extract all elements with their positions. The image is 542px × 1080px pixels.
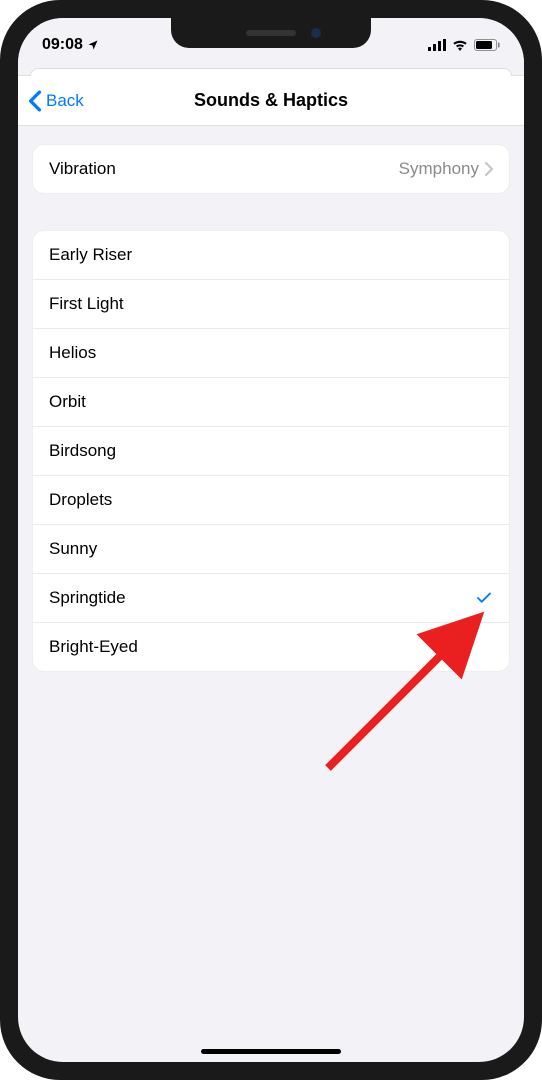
volume-down-button	[0, 285, 1, 340]
speaker-grille	[246, 30, 296, 36]
content: Vibration Symphony Early Riser First Ligh…	[18, 126, 524, 726]
battery-icon	[474, 39, 500, 51]
time-label: 09:08	[42, 36, 83, 54]
sound-row[interactable]: First Light	[33, 280, 509, 329]
sound-label: Birdsong	[49, 441, 116, 461]
vibration-value-wrap: Symphony	[399, 159, 493, 179]
sound-row[interactable]: Bright-Eyed	[33, 623, 509, 671]
sound-label: Helios	[49, 343, 96, 363]
vibration-label: Vibration	[49, 159, 116, 179]
sound-label: Bright-Eyed	[49, 637, 138, 657]
sound-row[interactable]: Springtide	[33, 574, 509, 623]
sound-row[interactable]: Droplets	[33, 476, 509, 525]
front-camera	[311, 28, 321, 38]
home-indicator[interactable]	[201, 1049, 341, 1054]
sound-row[interactable]: Birdsong	[33, 427, 509, 476]
vibration-group: Vibration Symphony	[32, 144, 510, 194]
chevron-left-icon	[28, 90, 42, 112]
wifi-icon	[452, 39, 468, 51]
vibration-value: Symphony	[399, 159, 479, 179]
back-label: Back	[46, 91, 84, 111]
chevron-right-icon	[485, 162, 493, 176]
sound-row[interactable]: Sunny	[33, 525, 509, 574]
sounds-group: Early Riser First Light Helios Orbit Birdson…	[32, 230, 510, 672]
mute-switch	[0, 160, 1, 190]
sound-label: Springtide	[49, 588, 126, 608]
status-time: 09:08	[42, 36, 99, 54]
status-icons	[428, 39, 500, 51]
screen: 09:08 Back Sounds & Haptics Vibration	[18, 18, 524, 1062]
sound-row[interactable]: Orbit	[33, 378, 509, 427]
vibration-row[interactable]: Vibration Symphony	[33, 145, 509, 193]
phone-frame: 09:08 Back Sounds & Haptics Vibration	[0, 0, 542, 1080]
tab-strip	[18, 62, 524, 76]
sound-label: Early Riser	[49, 245, 132, 265]
signal-icon	[428, 39, 446, 51]
sound-row[interactable]: Early Riser	[33, 231, 509, 280]
page-title: Sounds & Haptics	[194, 90, 348, 111]
sound-label: Orbit	[49, 392, 86, 412]
sound-row[interactable]: Helios	[33, 329, 509, 378]
sound-label: First Light	[49, 294, 124, 314]
notch	[171, 18, 371, 48]
volume-up-button	[0, 215, 1, 270]
nav-bar: Back Sounds & Haptics	[18, 76, 524, 126]
sound-label: Sunny	[49, 539, 97, 559]
sound-label: Droplets	[49, 490, 112, 510]
back-button[interactable]: Back	[18, 90, 84, 112]
location-arrow-icon	[87, 39, 99, 51]
checkmark-icon	[475, 589, 493, 607]
